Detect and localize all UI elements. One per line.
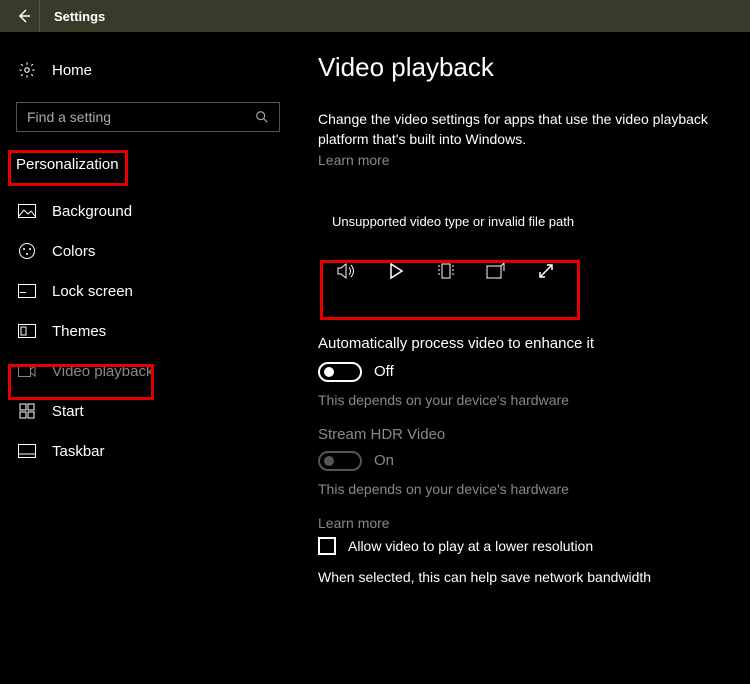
sidebar: Home Find a setting Personalization Back…: [0, 32, 296, 684]
video-controls: [318, 247, 578, 295]
sidebar-item-taskbar[interactable]: Taskbar: [16, 431, 280, 471]
volume-icon: [335, 260, 357, 282]
taskbar-icon: [16, 444, 38, 458]
sidebar-item-label: Taskbar: [52, 443, 105, 460]
auto-process-state: Off: [374, 363, 394, 380]
lower-res-checkbox-row[interactable]: Allow video to play at a lower resolutio…: [318, 537, 710, 555]
lower-res-checkbox[interactable]: [318, 537, 336, 555]
stream-hdr-hint: This depends on your device's hardware: [318, 481, 710, 497]
lower-res-label: Allow video to play at a lower resolutio…: [348, 538, 593, 554]
play-icon: [387, 262, 405, 280]
sidebar-item-background[interactable]: Background: [16, 191, 280, 231]
lower-res-hint: When selected, this can help save networ…: [318, 569, 710, 585]
back-button[interactable]: [8, 0, 40, 32]
sidebar-item-label: Start: [52, 403, 84, 420]
page-description: Change the video settings for apps that …: [318, 109, 710, 150]
gear-icon: [16, 61, 38, 79]
aspect-icon: [486, 263, 506, 279]
auto-process-toggle[interactable]: [318, 362, 362, 382]
app-title: Settings: [54, 9, 105, 24]
auto-process-hint: This depends on your device's hardware: [318, 392, 710, 408]
frame-step-button[interactable]: [432, 257, 460, 285]
sidebar-item-start[interactable]: Start: [16, 391, 280, 431]
video-icon: [16, 365, 38, 377]
sidebar-section-title: Personalization: [16, 152, 280, 177]
stream-hdr-learn-more[interactable]: Learn more: [318, 515, 390, 531]
play-button[interactable]: [382, 257, 410, 285]
sidebar-item-label: Video playback: [52, 363, 153, 380]
frame-icon: [436, 262, 456, 280]
page-title: Video playback: [318, 52, 710, 83]
search-input[interactable]: Find a setting: [16, 102, 280, 132]
auto-process-heading: Automatically process video to enhance i…: [318, 335, 710, 352]
start-icon: [16, 403, 38, 419]
main-content: Video playback Change the video settings…: [296, 32, 750, 684]
sidebar-item-colors[interactable]: Colors: [16, 231, 280, 271]
themes-icon: [16, 324, 38, 338]
fullscreen-icon: [537, 262, 555, 280]
palette-icon: [16, 242, 38, 260]
sidebar-item-label: Colors: [52, 243, 95, 260]
picture-icon: [16, 204, 38, 218]
sidebar-item-videoplayback[interactable]: Video playback: [16, 351, 280, 391]
search-icon: [255, 110, 269, 124]
search-placeholder: Find a setting: [27, 109, 111, 125]
home-nav[interactable]: Home: [16, 52, 280, 88]
lockscreen-icon: [16, 284, 38, 298]
volume-button[interactable]: [332, 257, 360, 285]
arrow-left-icon: [16, 8, 32, 24]
learn-more-link[interactable]: Learn more: [318, 152, 390, 168]
video-error-text: Unsupported video type or invalid file p…: [318, 214, 710, 229]
stream-hdr-state: On: [374, 452, 394, 469]
sidebar-item-lockscreen[interactable]: Lock screen: [16, 271, 280, 311]
stream-hdr-heading: Stream HDR Video: [318, 426, 710, 443]
stream-hdr-toggle: [318, 451, 362, 471]
sidebar-item-label: Lock screen: [52, 283, 133, 300]
sidebar-item-themes[interactable]: Themes: [16, 311, 280, 351]
home-label: Home: [52, 62, 92, 79]
fullscreen-button[interactable]: [532, 257, 560, 285]
titlebar: Settings: [0, 0, 750, 32]
sidebar-item-label: Background: [52, 203, 132, 220]
sidebar-item-label: Themes: [52, 323, 106, 340]
aspect-button[interactable]: [482, 257, 510, 285]
